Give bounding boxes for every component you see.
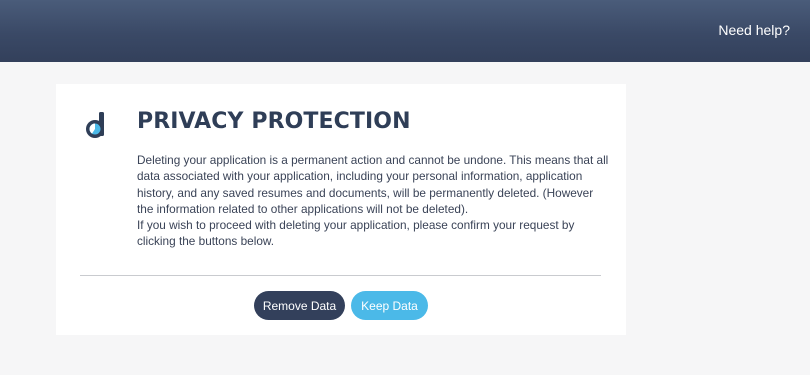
remove-data-button[interactable]: Remove Data: [254, 291, 345, 320]
privacy-message: Deleting your application is a permanent…: [137, 152, 612, 250]
top-header-bar: Need help?: [0, 0, 810, 62]
privacy-dialog-card: PRIVACY PROTECTION Deleting your applica…: [56, 84, 626, 335]
keep-data-button[interactable]: Keep Data: [351, 291, 428, 320]
confirmation-paragraph: If you wish to proceed with deleting you…: [137, 218, 575, 249]
divider: [80, 275, 601, 276]
brand-d-logo-icon: [86, 112, 104, 138]
page-title: PRIVACY PROTECTION: [137, 109, 411, 134]
deletion-warning-paragraph: Deleting your application is a permanent…: [137, 153, 609, 216]
need-help-link[interactable]: Need help?: [718, 22, 790, 38]
